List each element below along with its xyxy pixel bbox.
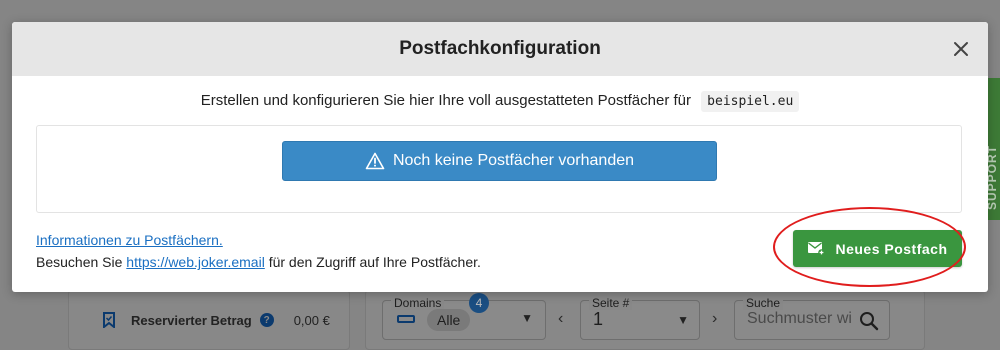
intro-description: Erstellen und konfigurieren Sie hier Ihr… [200,92,691,109]
domains-label: Domains [391,296,445,310]
chevron-down-icon: ▼ [677,313,689,327]
close-icon[interactable] [948,36,974,62]
reserved-amount-row: Reservierter Betrag ? 0,00 € [102,312,330,328]
webmail-hint: Besuchen Sie https://web.joker.email für… [36,254,481,270]
domains-icon [397,315,415,323]
empty-state-message: Noch keine Postfächer vorhanden [392,152,635,169]
empty-state-banner: Noch keine Postfächer vorhanden [282,141,717,181]
modal-title: Postfachkonfiguration [399,38,601,59]
domain-name: beispiel.eu [701,91,800,112]
reserved-label: Reservierter Betrag [131,312,252,328]
page-select[interactable]: Seite # 1 ▼ [580,296,700,340]
webmail-suffix: für den Zugriff auf Ihre Postfächer. [268,254,481,270]
search-input[interactable]: Suche Suchmuster wi [734,296,890,340]
mailbox-list: Noch keine Postfächer vorhanden [36,125,962,213]
page-value: 1 [593,309,604,329]
chevron-left-icon[interactable]: ‹ [558,310,563,328]
search-label: Suche [743,296,784,310]
webmail-link[interactable]: https://web.joker.email [126,254,265,270]
page-label: Seite # [589,296,633,310]
modal-header: Postfachkonfiguration [12,22,988,76]
bookmark-icon [103,312,115,328]
domains-select[interactable]: Domains 4 Alle ▼ [382,293,546,340]
webmail-prefix: Besuchen Sie [36,254,123,270]
warning-icon [365,152,385,170]
chevron-down-icon: ▼ [521,311,533,325]
help-icon[interactable]: ? [259,313,274,327]
search-placeholder: Suchmuster wi [747,310,852,327]
reserved-amount: 0,00 € [293,312,330,328]
domains-selected-value: Alle [427,309,471,331]
domains-count-badge: 4 [469,293,489,313]
annotation-highlight [773,207,966,287]
search-icon[interactable] [859,311,879,331]
intro-text: Erstellen und konfigurieren Sie hier Ihr… [12,91,988,112]
mailbox-info-link[interactable]: Informationen zu Postfächern. [36,232,223,248]
chevron-right-icon[interactable]: › [712,310,717,328]
